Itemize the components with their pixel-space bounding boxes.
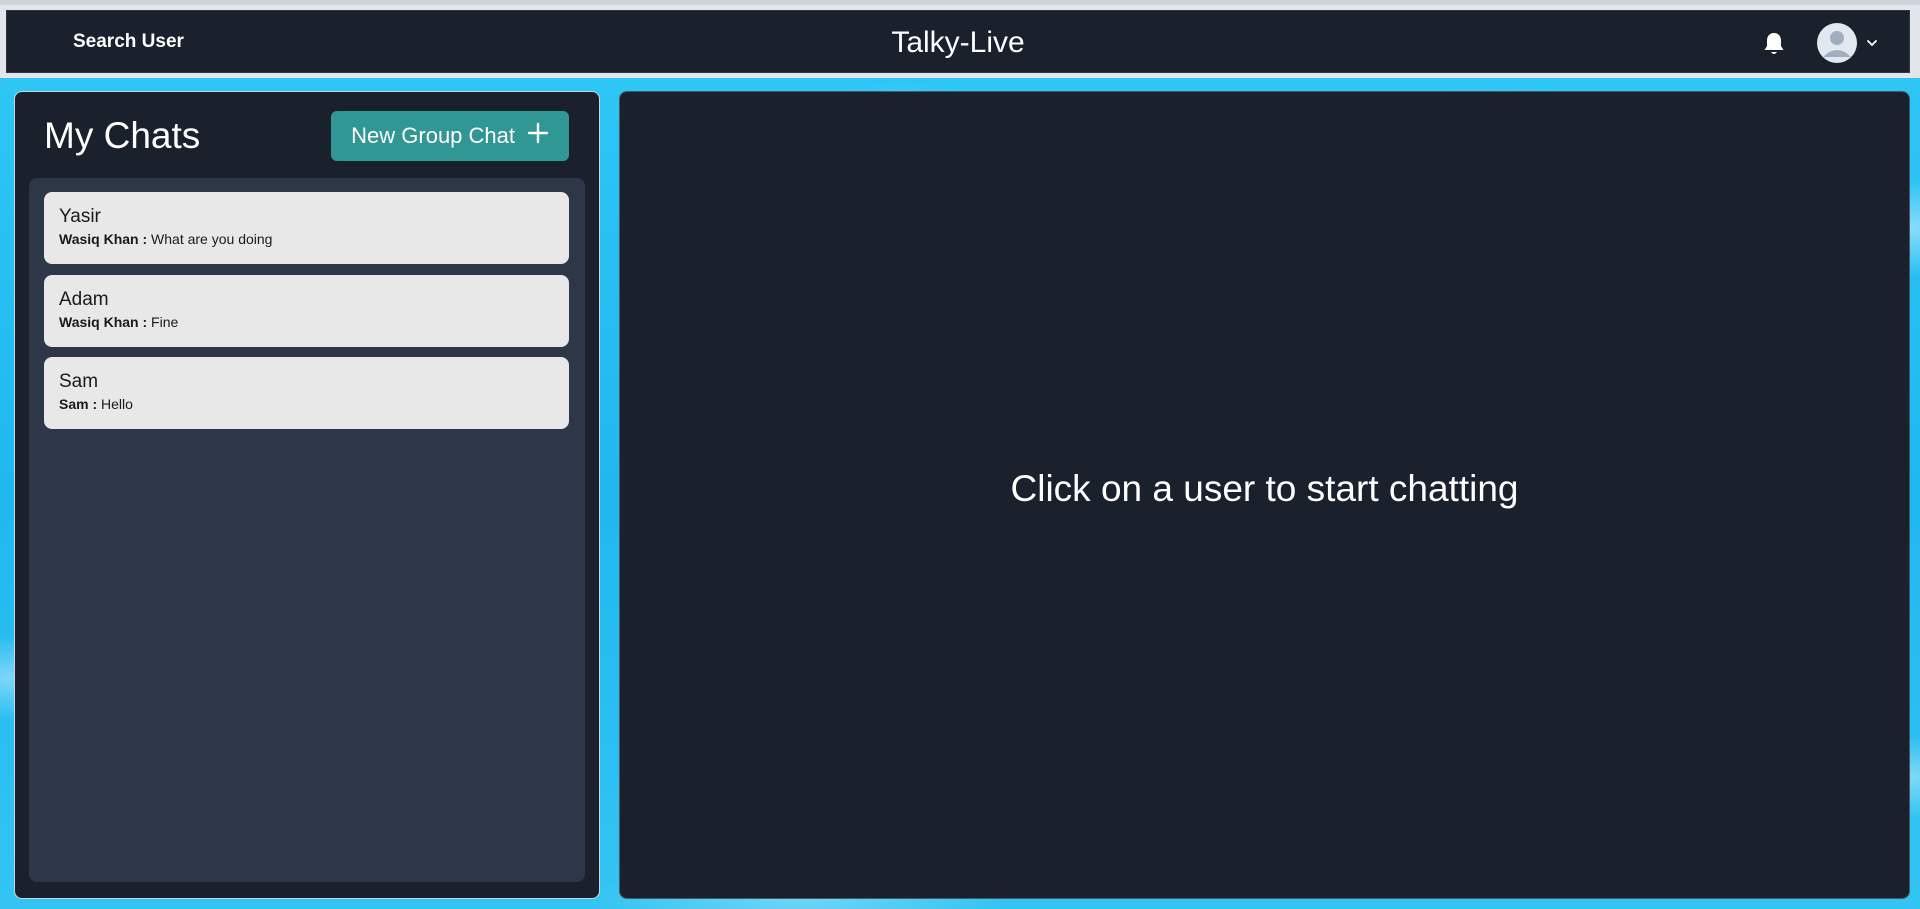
bell-icon[interactable] bbox=[1762, 31, 1786, 57]
search-user-button[interactable]: Search User bbox=[53, 23, 204, 61]
user-avatar-icon bbox=[1817, 23, 1857, 63]
chevron-down-icon bbox=[1865, 36, 1879, 50]
my-chats-title: My Chats bbox=[44, 115, 201, 156]
chat-item-sam[interactable]: Sam Sam : Hello bbox=[44, 357, 569, 429]
chat-last-message: Wasiq Khan : Fine bbox=[59, 314, 554, 330]
new-group-chat-label: New Group Chat bbox=[351, 123, 515, 148]
chat-sender: Sam : bbox=[59, 396, 98, 412]
chat-item-adam[interactable]: Adam Wasiq Khan : Fine bbox=[44, 275, 569, 347]
chat-box-panel: Click on a user to start chatting bbox=[619, 91, 1910, 899]
chat-last-message: Sam : Hello bbox=[59, 396, 554, 412]
chat-item-yasir[interactable]: Yasir Wasiq Khan : What are you doing bbox=[44, 192, 569, 264]
chat-last-message: Wasiq Khan : What are you doing bbox=[59, 231, 554, 247]
window-top-border bbox=[0, 0, 1920, 5]
chat-name: Sam bbox=[59, 371, 99, 392]
top-navbar: Search User Talky-Live bbox=[6, 10, 1910, 73]
chat-list: Yasir Wasiq Khan : What are you doing Ad… bbox=[29, 178, 585, 882]
chat-name: Yasir bbox=[59, 206, 101, 227]
chat-message-text: Fine bbox=[147, 314, 179, 330]
chat-sender: Wasiq Khan : bbox=[59, 231, 148, 247]
chat-message-text: What are you doing bbox=[147, 231, 273, 247]
profile-menu-button[interactable] bbox=[1817, 22, 1879, 64]
search-user-label: Search User bbox=[73, 31, 184, 52]
chat-sender: Wasiq Khan : bbox=[59, 314, 148, 330]
chat-message-text: Hello bbox=[97, 396, 133, 412]
plus-icon bbox=[527, 122, 549, 150]
chat-name: Adam bbox=[59, 289, 109, 310]
app-title: Talky-Live bbox=[891, 25, 1025, 59]
chat-placeholder-text: Click on a user to start chatting bbox=[1010, 468, 1519, 509]
my-chats-header: My Chats New Group Chat bbox=[44, 111, 569, 161]
new-group-chat-button[interactable]: New Group Chat bbox=[331, 111, 569, 161]
my-chats-panel: My Chats New Group Chat Yasir Wasiq Khan… bbox=[14, 91, 600, 899]
